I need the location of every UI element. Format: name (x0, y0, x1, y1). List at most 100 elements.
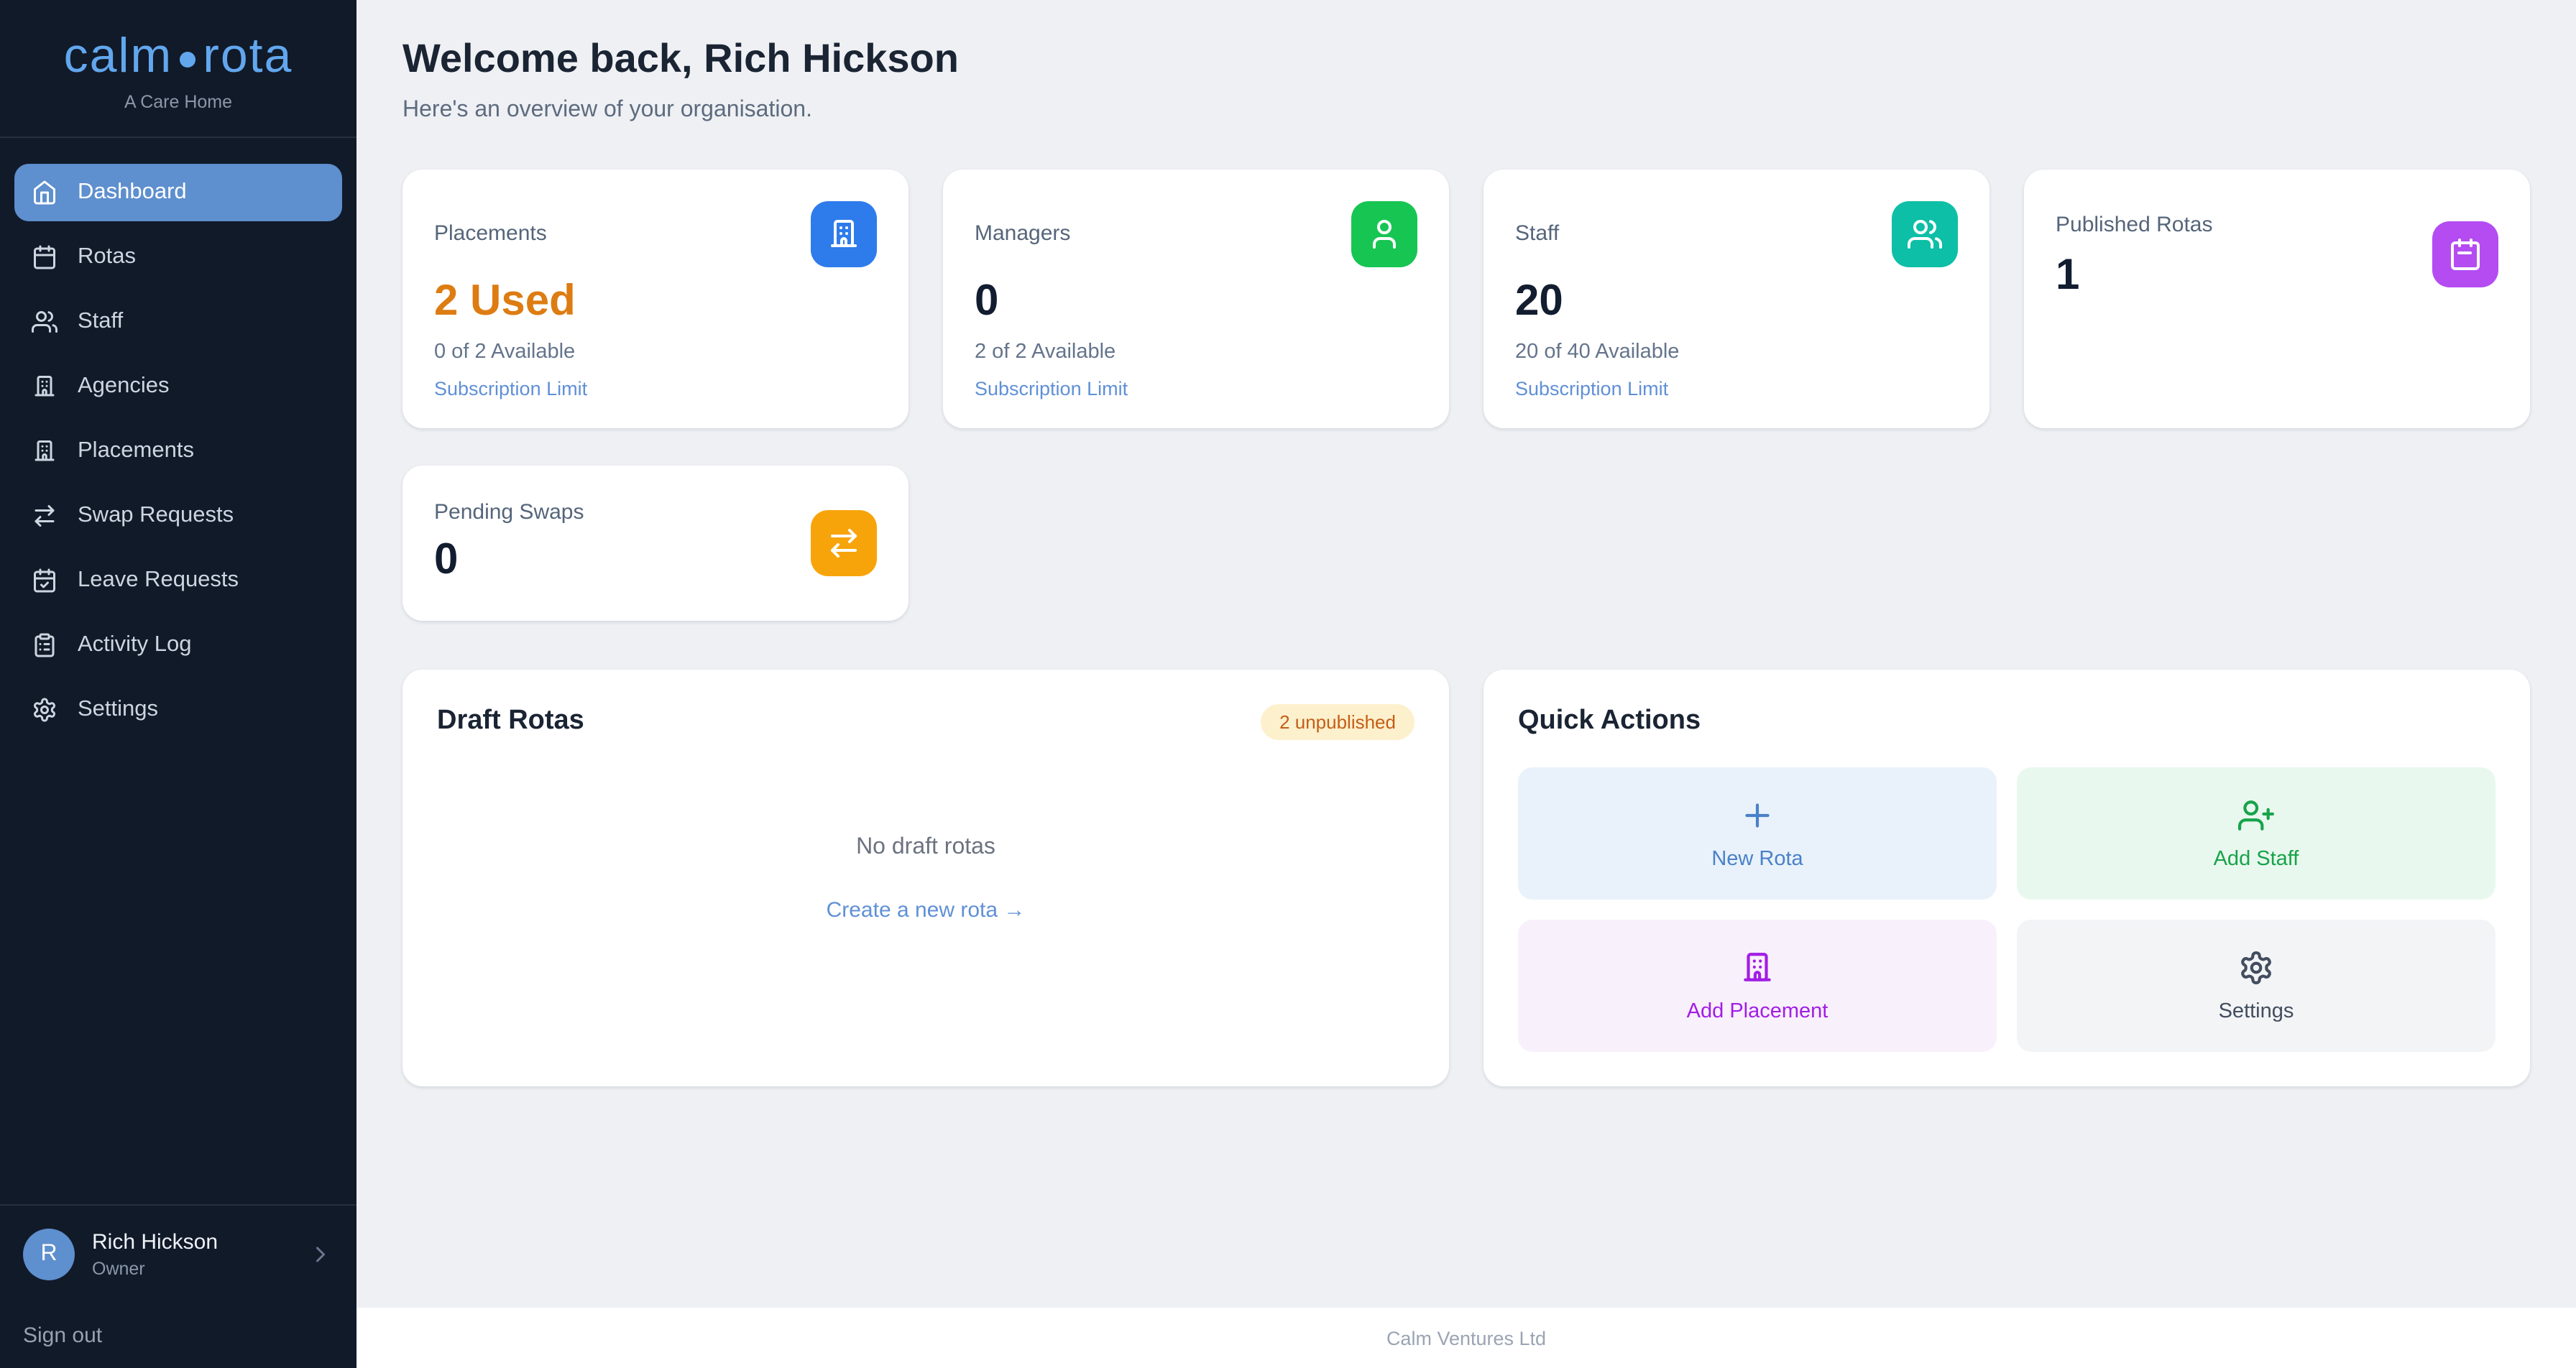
pending-row: Pending Swaps 0 (402, 466, 2530, 621)
user-meta: Rich Hickson Owner (92, 1229, 290, 1280)
gear-icon (2238, 949, 2274, 985)
calendar-icon (32, 244, 58, 270)
calendar-check-icon (32, 568, 58, 593)
building-icon (1739, 949, 1775, 985)
sidebar-item-label: Leave Requests (78, 568, 239, 593)
quick-action-label: Add Placement (1687, 999, 1828, 1022)
app: calm rota A Care Home Dashboard Rotas Sta… (0, 0, 2576, 1368)
users-icon (1908, 217, 1942, 251)
user-profile[interactable]: R Rich Hickson Owner (23, 1229, 334, 1280)
stat-label: Published Rotas (2056, 213, 2498, 237)
clipboard-icon (32, 632, 58, 658)
sidebar-item-staff[interactable]: Staff (14, 293, 342, 351)
avatar: R (23, 1229, 75, 1280)
subscription-limit-link[interactable]: Subscription Limit (975, 378, 1128, 399)
sidebar-item-label: Staff (78, 309, 123, 335)
stat-card-placements: Placements 2 Used 0 of 2 Available Subsc… (402, 170, 908, 428)
building-icon (827, 217, 861, 251)
quick-actions-title: Quick Actions (1518, 704, 2496, 739)
calendar-icon (2448, 237, 2483, 272)
sidebar-item-leave-requests[interactable]: Leave Requests (14, 552, 342, 609)
home-icon (32, 180, 58, 205)
sidebar-item-label: Activity Log (78, 632, 192, 658)
sidebar-item-label: Dashboard (78, 180, 187, 205)
draft-rotas-panel: Draft Rotas 2 unpublished No draft rotas… (402, 670, 1449, 1086)
chevron-right-icon (308, 1242, 334, 1267)
app-logo: calm rota (64, 31, 293, 80)
unpublished-badge: 2 unpublished (1261, 704, 1414, 740)
stat-value: 0 (975, 277, 1417, 326)
stat-label: Pending Swaps (434, 500, 877, 524)
draft-rotas-empty-state: No draft rotas Create a new rota → (437, 835, 1414, 923)
stat-value: 2 Used (434, 277, 877, 326)
page-subtitle: Here's an overview of your organisation. (402, 95, 2530, 126)
stat-availability: 0 of 2 Available (434, 341, 877, 364)
stat-icon-tile (1351, 201, 1417, 267)
stat-availability: 20 of 40 Available (1515, 341, 1958, 364)
quick-action-label: Settings (2219, 999, 2294, 1022)
user-icon (1367, 217, 1402, 251)
stat-value: 20 (1515, 277, 1958, 326)
subscription-limit-link[interactable]: Subscription Limit (1515, 378, 1668, 399)
sidebar-footer: R Rich Hickson Owner Sign out (0, 1204, 356, 1368)
sidebar-item-activity-log[interactable]: Activity Log (14, 616, 342, 674)
gear-icon (32, 697, 58, 723)
new-rota-button[interactable]: New Rota (1518, 767, 1997, 900)
add-staff-button[interactable]: Add Staff (2017, 767, 2496, 900)
add-placement-button[interactable]: Add Placement (1518, 920, 1997, 1052)
quick-actions-grid: New Rota Add Staff Add Placement Setting… (1518, 767, 2496, 1052)
stat-icon-tile (811, 510, 877, 576)
company-name: Calm Ventures Ltd (1386, 1327, 1546, 1349)
subscription-limit-link[interactable]: Subscription Limit (434, 378, 587, 399)
organisation-tagline: A Care Home (124, 91, 232, 111)
stat-icon-tile (2432, 221, 2498, 287)
logo-text-right: rota (203, 31, 293, 80)
stat-availability: 2 of 2 Available (975, 341, 1417, 364)
sidebar-item-rotas[interactable]: Rotas (14, 228, 342, 286)
sidebar-item-label: Agencies (78, 374, 170, 399)
sidebar-item-label: Rotas (78, 244, 136, 270)
logo-dot-icon (180, 52, 196, 68)
lower-panels: Draft Rotas 2 unpublished No draft rotas… (402, 670, 2530, 1086)
plus-icon (1739, 797, 1775, 833)
sidebar-spacer (0, 739, 356, 1204)
stat-icon-tile (1892, 201, 1958, 267)
stat-card-staff: Staff 20 20 of 40 Available Subscription… (1484, 170, 1990, 428)
settings-button[interactable]: Settings (2017, 920, 2496, 1052)
logo-text-left: calm (64, 31, 173, 80)
building-icon (32, 438, 58, 464)
user-name: Rich Hickson (92, 1229, 290, 1257)
page-footer: Calm Ventures Ltd (356, 1308, 2576, 1368)
sidebar-nav: Dashboard Rotas Staff Agencies Placement… (0, 138, 356, 739)
stat-icon-tile (811, 201, 877, 267)
swap-arrows-icon (827, 526, 861, 560)
sign-out-button[interactable]: Sign out (23, 1323, 334, 1348)
sidebar-item-label: Swap Requests (78, 503, 234, 529)
quick-action-label: Add Staff (2214, 847, 2299, 870)
draft-rotas-title: Draft Rotas (437, 704, 584, 739)
sidebar-item-swap-requests[interactable]: Swap Requests (14, 487, 342, 545)
sidebar-item-label: Placements (78, 438, 194, 464)
sidebar-item-agencies[interactable]: Agencies (14, 358, 342, 415)
page-title: Welcome back, Rich Hickson (402, 34, 2530, 83)
swap-arrows-icon (32, 503, 58, 529)
quick-actions-panel: Quick Actions New Rota Add Staff Add Pla… (1484, 670, 2530, 1086)
draft-rotas-header: Draft Rotas 2 unpublished (437, 704, 1414, 740)
main-content: Welcome back, Rich Hickson Here's an ove… (356, 0, 2576, 1368)
stat-card-published-rotas: Published Rotas 1 (2024, 170, 2530, 428)
stat-card-pending-swaps: Pending Swaps 0 (402, 466, 908, 621)
user-role: Owner (92, 1260, 290, 1280)
sidebar-item-placements[interactable]: Placements (14, 422, 342, 480)
building-icon (32, 374, 58, 399)
sidebar-item-dashboard[interactable]: Dashboard (14, 164, 342, 221)
stat-card-managers: Managers 0 2 of 2 Available Subscription… (943, 170, 1449, 428)
create-rota-link[interactable]: Create a new rota → (827, 898, 1026, 923)
logo-area: calm rota A Care Home (0, 0, 356, 138)
sidebar-item-label: Settings (78, 697, 158, 723)
user-plus-icon (2238, 797, 2274, 833)
quick-action-label: New Rota (1711, 847, 1803, 870)
stats-grid: Placements 2 Used 0 of 2 Available Subsc… (402, 170, 2530, 428)
users-icon (32, 309, 58, 335)
sidebar-item-settings[interactable]: Settings (14, 681, 342, 739)
empty-message: No draft rotas (856, 835, 995, 861)
